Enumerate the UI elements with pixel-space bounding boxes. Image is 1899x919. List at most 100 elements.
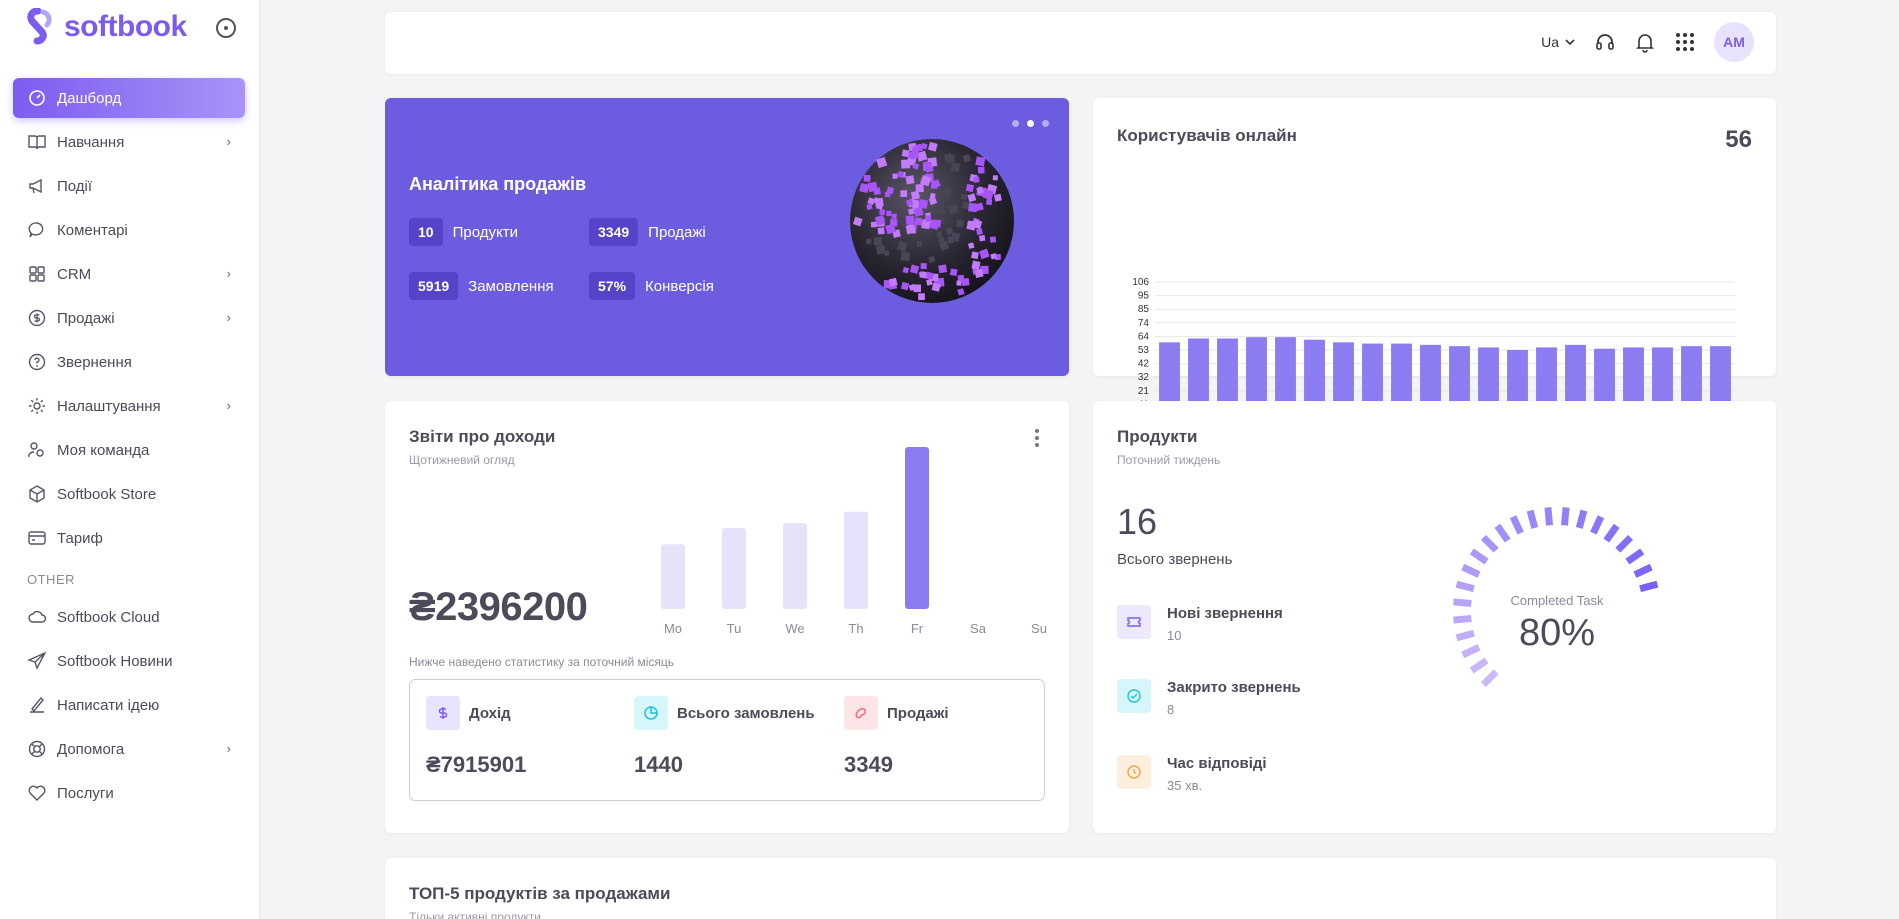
sidebar-item-продажі[interactable]: Продажі › <box>13 298 245 338</box>
closed-tickets-row: Закрито звернень 8 <box>1117 679 1301 717</box>
stat-orders: 5919 Замовлення <box>409 272 554 300</box>
gauge-tick <box>1618 672 1631 685</box>
row-title: Закрито звернень <box>1167 679 1301 696</box>
weekday-bar[interactable] <box>783 523 807 609</box>
sphere-cube <box>919 271 927 279</box>
sidebar-item-label: Написати ідею <box>57 696 160 714</box>
apps-grid-icon[interactable] <box>1674 31 1696 53</box>
sphere-cube <box>886 210 892 216</box>
stat-label: Замовлення <box>468 277 554 295</box>
sidebar-item-label: Коментарі <box>57 221 128 239</box>
sphere-cube <box>914 217 923 226</box>
weekday-bar[interactable] <box>905 447 929 609</box>
sphere-cube <box>892 173 898 179</box>
carousel-dot[interactable] <box>1012 120 1019 127</box>
gauge-tick <box>1480 534 1499 553</box>
sidebar-item-label: Тариф <box>57 529 103 547</box>
sidebar-item-налаштування[interactable]: Налаштування › <box>13 386 245 426</box>
stat-sales: 3349 Продажі <box>589 218 706 246</box>
stat-value: 10 <box>409 218 443 246</box>
sphere-cube <box>993 193 1002 202</box>
sidebar-section-other: OTHER <box>27 572 75 587</box>
stat-conversion: 57% Конверсія <box>589 272 714 300</box>
sidebar-item-label: Продажі <box>57 309 115 327</box>
sales-analytics-title: Аналітика продажів <box>409 174 587 194</box>
row-value: 10 <box>1167 628 1182 643</box>
bell-icon[interactable] <box>1634 31 1656 53</box>
chevron-down-icon <box>1565 39 1575 46</box>
sphere-cube <box>971 260 981 270</box>
gauge-tick <box>1494 523 1511 543</box>
row-title: Нові звернення <box>1167 605 1283 622</box>
revenue-card: Звіти про доходи Щотижневий огляд ₴23962… <box>385 401 1069 833</box>
sidebar-item-crm[interactable]: CRM › <box>13 254 245 294</box>
heart-icon <box>27 783 47 803</box>
weekday-label: Su <box>1031 621 1047 636</box>
gauge-tick <box>1639 580 1659 593</box>
headset-icon[interactable] <box>1594 31 1616 53</box>
weekday-bar[interactable] <box>722 528 746 609</box>
sidebar-item-навчання[interactable]: Навчання › <box>13 122 245 162</box>
logo[interactable]: softbook <box>22 8 187 46</box>
sphere-cube <box>900 190 908 198</box>
weekday-label: We <box>785 621 804 636</box>
sphere-cube <box>965 183 975 193</box>
stat-label: Продукти <box>452 223 518 241</box>
sphere-cube <box>908 208 915 215</box>
sidebar-item-моя-команда[interactable]: Моя команда <box>13 430 245 470</box>
sidebar-item-softbook-store[interactable]: Softbook Store <box>13 474 245 514</box>
megaphone-icon <box>27 176 47 196</box>
sidebar-item-послуги[interactable]: Послуги <box>13 773 245 813</box>
sidebar-item-допомога[interactable]: Допомога › <box>13 729 245 769</box>
y-tick-label: 32 <box>1138 372 1150 383</box>
stat-value: 3349 <box>589 218 639 246</box>
sphere-cube <box>914 143 923 152</box>
sphere-cube <box>918 199 929 209</box>
gauge-tick <box>1526 509 1539 529</box>
sidebar-item-написати-ідею[interactable]: Написати ідею <box>13 685 245 725</box>
products-subtitle: Поточний тиждень <box>1117 453 1221 467</box>
gauge-tick <box>1615 534 1634 553</box>
revenue-subtitle: Щотижневий огляд <box>409 453 515 467</box>
sidebar-item-звернення[interactable]: Звернення <box>13 342 245 382</box>
sidebar-item-дашборд[interactable]: Дашборд <box>13 78 245 118</box>
sidebar-collapse-button[interactable] <box>216 18 236 38</box>
revenue-summary-orders: Всього замовлень 1440 <box>634 696 815 778</box>
gauge-tick <box>1461 563 1481 578</box>
sphere-cube <box>949 268 958 277</box>
sphere-cube <box>891 213 897 220</box>
sidebar-item-події[interactable]: Події <box>13 166 245 206</box>
weekly-revenue-chart: Mo Tu We Th Fr Sa Su <box>661 447 1047 636</box>
chevron-right-icon: › <box>226 266 231 281</box>
top5-title: ТОП-5 продуктів за продажами <box>409 884 671 903</box>
sphere-cube <box>975 156 986 167</box>
sphere-cube <box>870 221 877 228</box>
stat-label: Продажі <box>648 223 706 241</box>
gauge-tick <box>1469 548 1489 565</box>
ticket-icon <box>1117 605 1151 639</box>
gauge-tick <box>1544 507 1553 526</box>
sidebar-item-тариф[interactable]: Тариф <box>13 518 245 558</box>
language-label: Ua <box>1541 34 1559 50</box>
carousel-dot[interactable] <box>1027 120 1034 127</box>
y-tick-label: 106 <box>1132 277 1149 288</box>
language-selector[interactable]: Ua <box>1541 34 1576 50</box>
revenue-note: Нижче наведено статистику за поточний мі… <box>409 655 675 669</box>
sphere-cube <box>932 219 941 228</box>
sidebar-item-label: Softbook Cloud <box>57 608 160 626</box>
box-icon <box>27 484 47 504</box>
sphere-cube <box>905 224 916 235</box>
y-tick-label: 85 <box>1138 304 1150 315</box>
sidebar-item-softbook-cloud[interactable]: Softbook Cloud <box>13 597 245 637</box>
weekday-bar[interactable] <box>661 544 685 609</box>
sidebar-item-softbook-новини[interactable]: Softbook Новини <box>13 641 245 681</box>
response-time-row: Час відповіді 35 хв. <box>1117 755 1267 793</box>
brush-icon <box>844 696 878 730</box>
avatar[interactable]: AM <box>1714 22 1754 62</box>
sphere-cube <box>973 176 980 183</box>
carousel-dot[interactable] <box>1042 120 1049 127</box>
weekday-bar[interactable] <box>844 511 868 609</box>
sidebar-item-коментарі[interactable]: Коментарі <box>13 210 245 250</box>
revenue-summary-value: 1440 <box>634 752 683 777</box>
revenue-summary-label: Дохід <box>469 704 511 722</box>
